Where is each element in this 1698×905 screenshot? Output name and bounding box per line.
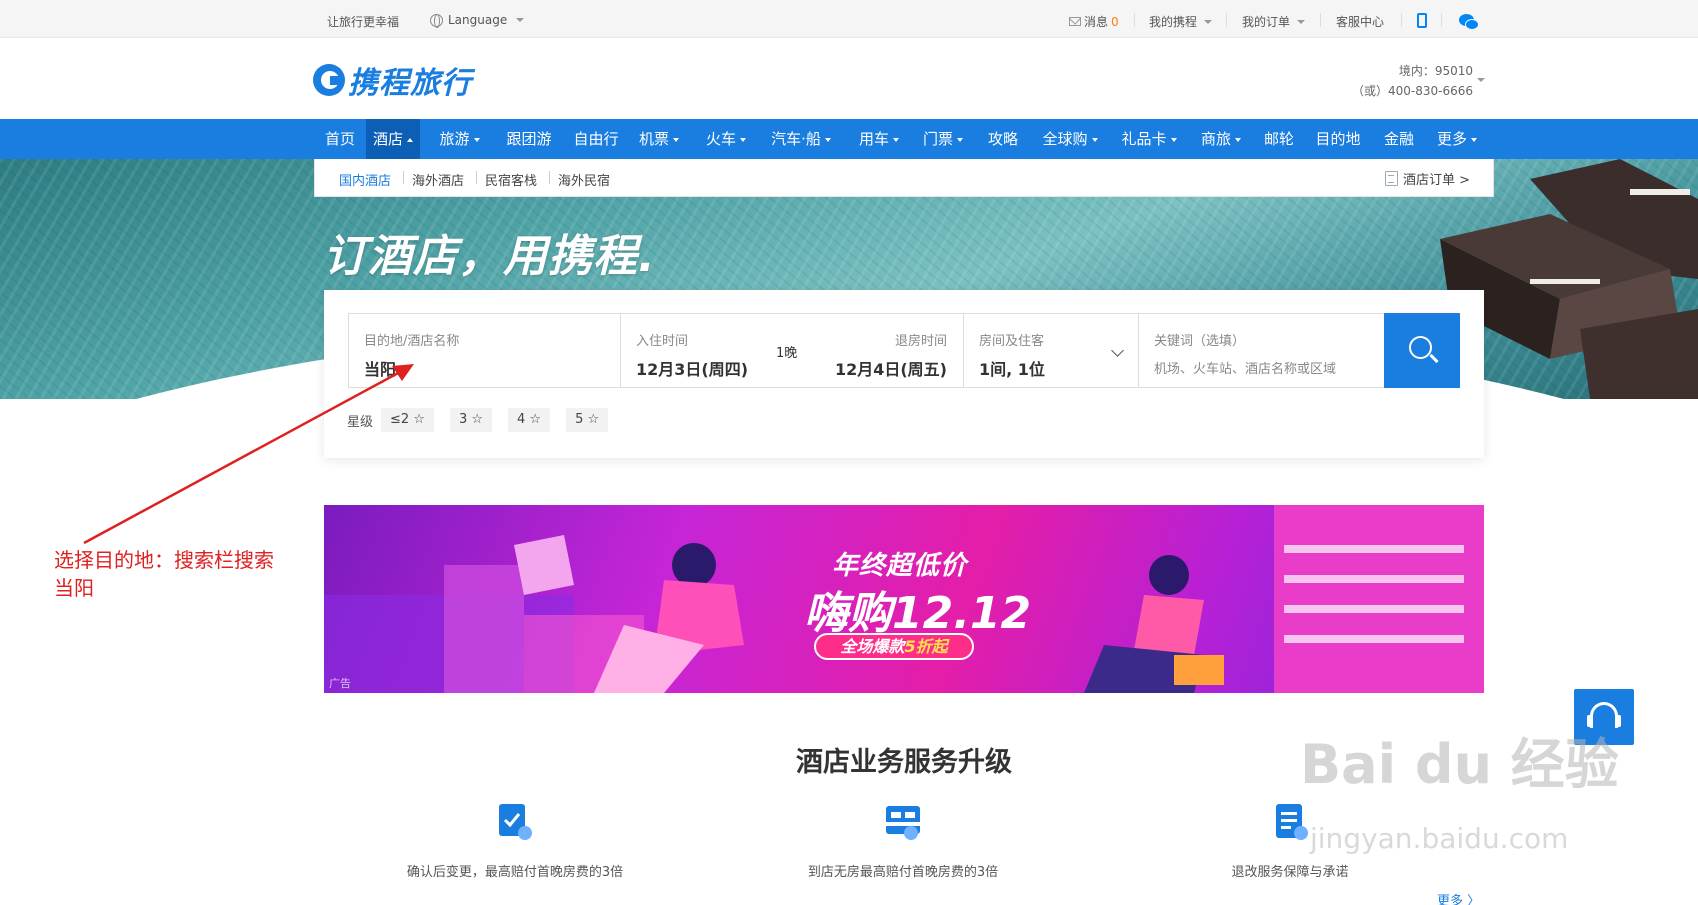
- annotation-line-2: 当阳: [54, 576, 94, 600]
- annotation-arrow: [83, 364, 414, 545]
- page: 让旅行更幸福 Language 消息 0 我的携程 我的订单 客服中心 携程旅行…: [0, 0, 1698, 905]
- annotation-line-1: 选择目的地：搜索栏搜索: [54, 548, 274, 572]
- annotation-text: 选择目的地：搜索栏搜索 当阳: [54, 546, 274, 602]
